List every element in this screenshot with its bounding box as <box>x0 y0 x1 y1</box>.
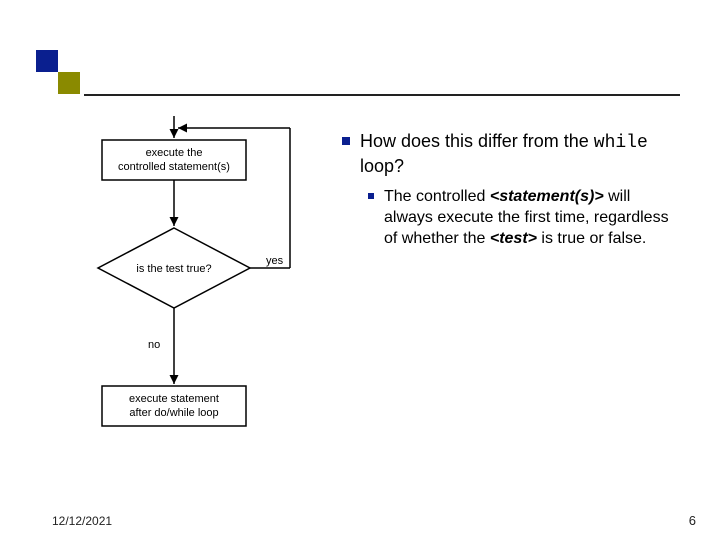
answer-text: The controlled <statement(s)> will alway… <box>384 187 682 249</box>
flowchart: execute the controlled statement(s) is t… <box>54 116 324 476</box>
footer-date: 12/12/2021 <box>52 514 112 528</box>
flow-box2-line2: after do/while loop <box>129 407 218 419</box>
footer-page-number: 6 <box>689 513 696 528</box>
slide-decoration <box>24 32 704 94</box>
slide-body: How does this differ from the while loop… <box>342 130 682 249</box>
question-text: How does this differ from the while loop… <box>360 130 682 177</box>
bullet-icon <box>368 193 374 199</box>
flow-box2-line1: execute statement <box>129 393 219 405</box>
flow-diamond-label: is the test true? <box>136 263 211 275</box>
flow-box1-line1: execute the <box>146 147 203 159</box>
flow-yes-label: yes <box>266 255 284 267</box>
flow-box1-line2: controlled statement(s) <box>118 161 230 173</box>
flow-no-label: no <box>148 339 160 351</box>
bullet-icon <box>342 137 350 145</box>
